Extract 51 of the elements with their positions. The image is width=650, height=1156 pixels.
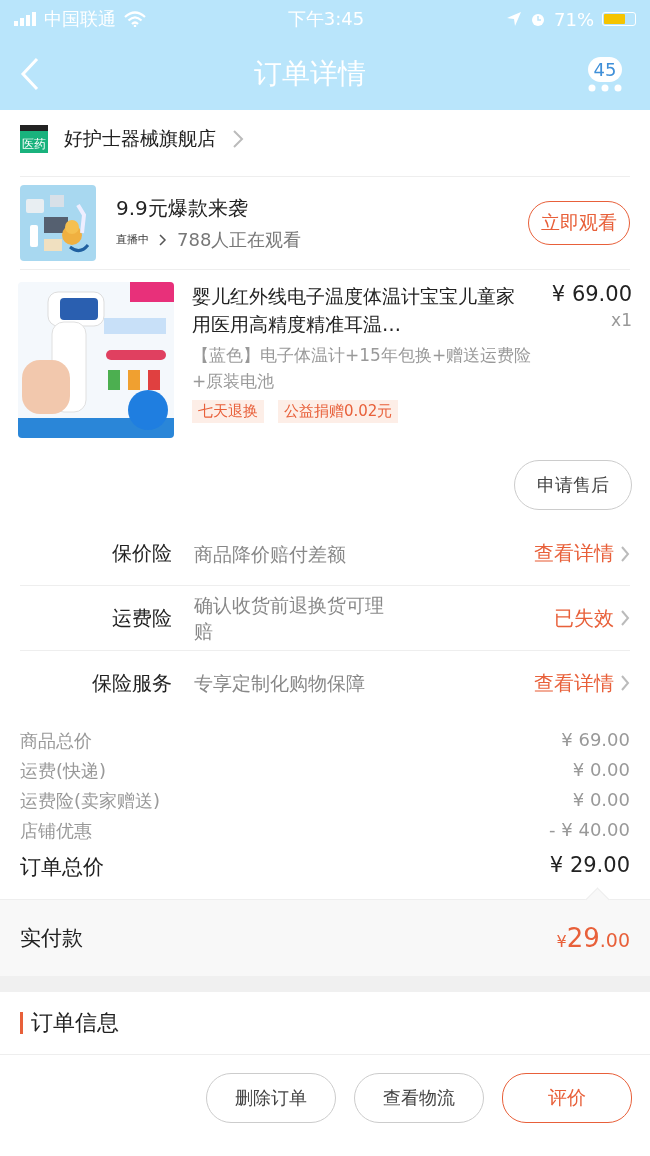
page-title: 订单详情 xyxy=(253,56,367,92)
more-icon[interactable] xyxy=(588,83,622,92)
action-button[interactable]: 删除订单 xyxy=(206,1073,336,1123)
paid-amount: ¥29.00 xyxy=(556,923,630,953)
service-description: 专享定制化购物保障 xyxy=(194,671,366,696)
total-label: 订单总价 xyxy=(20,854,104,881)
service-name: 保险服务 xyxy=(91,669,173,697)
status-time: 下午3:45 xyxy=(286,7,366,31)
live-status: 直播中 xyxy=(116,232,149,247)
product-title[interactable]: 婴儿红外线电子温度体温计宝宝儿童家用医用高精度精准耳温… xyxy=(192,282,534,338)
cost-value: ¥ 0.00 xyxy=(572,759,630,782)
wifi-icon xyxy=(124,11,146,27)
cost-label: 运费险(卖家赠送) xyxy=(20,789,161,813)
total-value: ¥ 29.00 xyxy=(549,853,630,879)
chevron-right-icon xyxy=(232,129,244,149)
back-icon[interactable] xyxy=(20,57,40,91)
cost-value: - ¥ 40.00 xyxy=(549,819,630,842)
section-title: 订单信息 xyxy=(20,1012,119,1034)
live-title: 9.9元爆款来袭 xyxy=(116,194,249,222)
action-button[interactable]: 查看物流 xyxy=(354,1073,484,1123)
carrier-name: 中国联通 xyxy=(44,7,116,31)
alarm-icon xyxy=(530,11,546,27)
signal-icon xyxy=(14,12,36,26)
store-logo: 医药 xyxy=(20,125,48,153)
after-sales-button[interactable]: 申请售后 xyxy=(514,460,632,510)
cost-label: 商品总价 xyxy=(20,729,92,753)
message-count-badge: 45 xyxy=(587,56,623,82)
product-price: ¥ 69.00 xyxy=(551,282,632,306)
action-button[interactable]: 评价 xyxy=(502,1073,632,1123)
service-description: 确认收货前退换货可理赔 xyxy=(194,593,385,644)
chevron-right-icon xyxy=(620,544,630,563)
cost-value: ¥ 0.00 xyxy=(572,789,630,812)
service-description: 商品降价赔付差额 xyxy=(194,541,347,567)
service-name: 运费险 xyxy=(111,604,173,632)
chevron-right-icon xyxy=(620,609,630,627)
paid-label: 实付款 xyxy=(20,925,83,952)
service-tag: 公益捐赠0.02元 xyxy=(278,400,399,423)
battery-percent: 71% xyxy=(554,8,594,30)
chevron-right-icon xyxy=(159,233,167,246)
location-icon xyxy=(506,11,522,27)
cost-value: ¥ 69.00 xyxy=(561,729,630,752)
cost-label: 店铺优惠 xyxy=(20,819,92,843)
product-quantity: x1 xyxy=(611,310,632,330)
viewer-count: 788人正在观看 xyxy=(177,227,302,252)
product-spec: 【蓝色】电子体温计+15年包换+赠送运费险+原装电池 xyxy=(192,344,533,393)
chevron-right-icon xyxy=(620,674,630,692)
service-name: 保价险 xyxy=(111,540,173,567)
battery-icon xyxy=(602,12,636,26)
cost-label: 运费(快递) xyxy=(20,759,107,783)
service-tag: 七天退换 xyxy=(192,400,264,423)
store-name[interactable]: 好护士器械旗舰店 xyxy=(64,126,216,152)
